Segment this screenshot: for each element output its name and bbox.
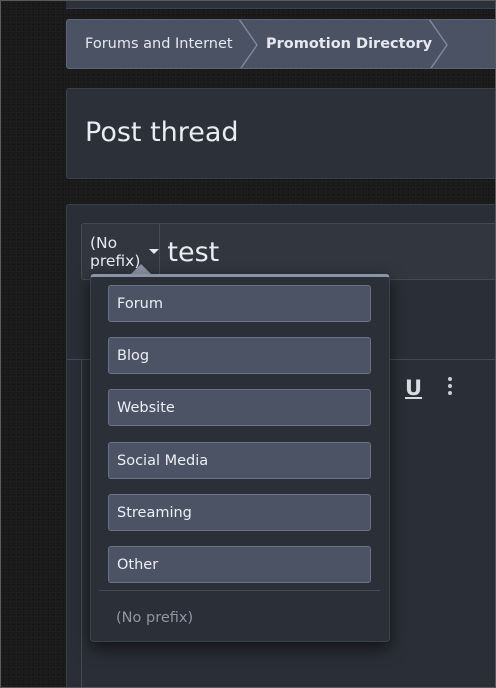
prefix-option-blog[interactable]: Blog: [108, 337, 371, 374]
breadcrumb: Forums and Internet Promotion Directory: [66, 19, 496, 69]
dropdown-pointer: [131, 264, 151, 274]
prefix-option-no-prefix[interactable]: (No prefix): [116, 610, 193, 626]
underline-button[interactable]: U: [405, 376, 422, 400]
prefix-option-website[interactable]: Website: [108, 389, 371, 426]
prefix-option-other[interactable]: Other: [108, 546, 371, 583]
vertical-ellipsis-icon[interactable]: [445, 377, 455, 399]
breadcrumb-item-forums-and-internet[interactable]: Forums and Internet: [67, 20, 239, 68]
breadcrumb-item-promotion-directory[interactable]: Promotion Directory: [239, 20, 432, 68]
breadcrumb-separator-icon: [429, 20, 449, 68]
prefix-option-social-media[interactable]: Social Media: [108, 442, 371, 479]
prefix-option-streaming[interactable]: Streaming: [108, 494, 371, 531]
prefix-option-forum[interactable]: Forum: [108, 285, 371, 322]
caret-down-icon: [149, 249, 160, 254]
thread-title-input[interactable]: [160, 224, 496, 279]
page-title: Post thread: [85, 117, 239, 148]
dropdown-divider: [99, 590, 380, 591]
prefix-dropdown-menu: Forum Blog Website Social Media Streamin…: [90, 274, 390, 642]
page-header: Post thread: [66, 88, 496, 179]
top-bar-remnant: [66, 0, 496, 9]
